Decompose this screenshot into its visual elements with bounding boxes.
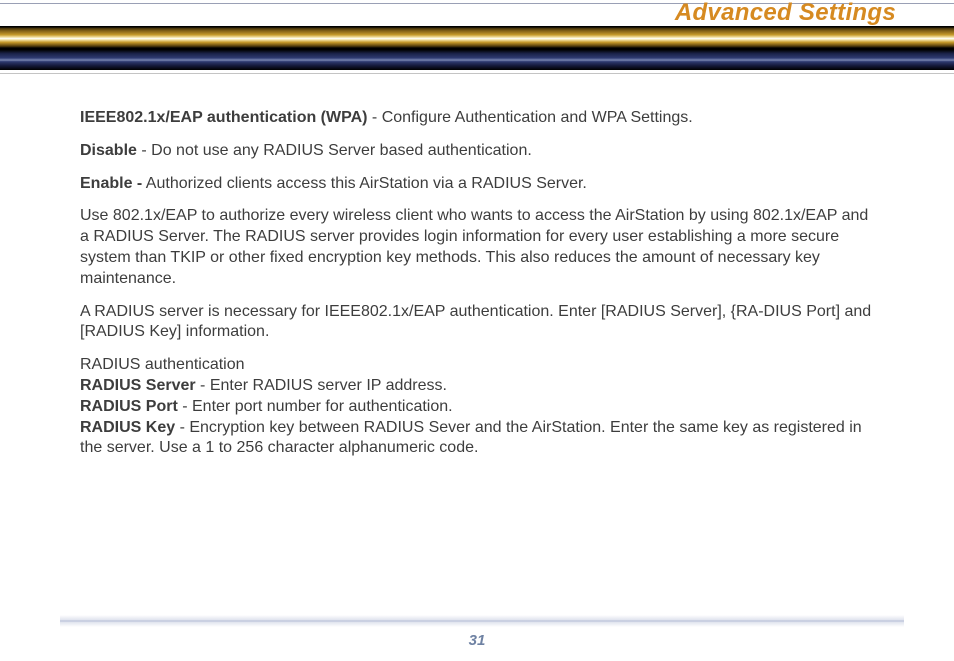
- label-radius-server: RADIUS Server: [80, 377, 196, 394]
- text-ieee-wpa: - Configure Authentication and WPA Setti…: [367, 109, 692, 126]
- header-bar-gold: [0, 26, 954, 48]
- para-radius-necessary: A RADIUS server is necessary for IEEE802…: [80, 302, 880, 344]
- line-radius-auth: RADIUS authentication: [80, 355, 880, 376]
- line-radius-key: RADIUS Key - Encryption key between RADI…: [80, 418, 880, 460]
- header-rule-bottom: [0, 73, 954, 74]
- text-disable: - Do not use any RADIUS Server based aut…: [137, 142, 532, 159]
- document-page: Advanced Settings IEEE802.1x/EAP authent…: [0, 0, 954, 661]
- page-title: Advanced Settings: [675, 0, 896, 27]
- line-radius-server: RADIUS Server - Enter RADIUS server IP a…: [80, 376, 880, 397]
- line-radius-port: RADIUS Port - Enter port number for auth…: [80, 397, 880, 418]
- body-content: IEEE802.1x/EAP authentication (WPA) - Co…: [80, 108, 880, 471]
- para-use-eap: Use 802.1x/EAP to authorize every wirele…: [80, 206, 880, 289]
- text-radius-server: - Enter RADIUS server IP address.: [196, 377, 447, 394]
- label-radius-key: RADIUS Key: [80, 419, 175, 436]
- text-radius-port: - Enter port number for authentication.: [178, 398, 453, 415]
- para-ieee-wpa: IEEE802.1x/EAP authentication (WPA) - Co…: [80, 108, 880, 129]
- label-ieee-wpa: IEEE802.1x/EAP authentication (WPA): [80, 109, 367, 126]
- page-number: 31: [0, 632, 954, 649]
- label-enable: Enable -: [80, 175, 142, 192]
- label-radius-port: RADIUS Port: [80, 398, 178, 415]
- page-footer: 31: [0, 621, 954, 661]
- text-enable: Authorized clients access this AirStatio…: [142, 175, 587, 192]
- header-bar-dark: [0, 48, 954, 70]
- label-disable: Disable: [80, 142, 137, 159]
- para-enable: Enable - Authorized clients access this …: [80, 174, 880, 195]
- text-radius-key: - Encryption key between RADIUS Sever an…: [80, 419, 862, 457]
- footer-rule: [60, 615, 904, 627]
- page-header: Advanced Settings: [0, 0, 954, 75]
- para-disable: Disable - Do not use any RADIUS Server b…: [80, 141, 880, 162]
